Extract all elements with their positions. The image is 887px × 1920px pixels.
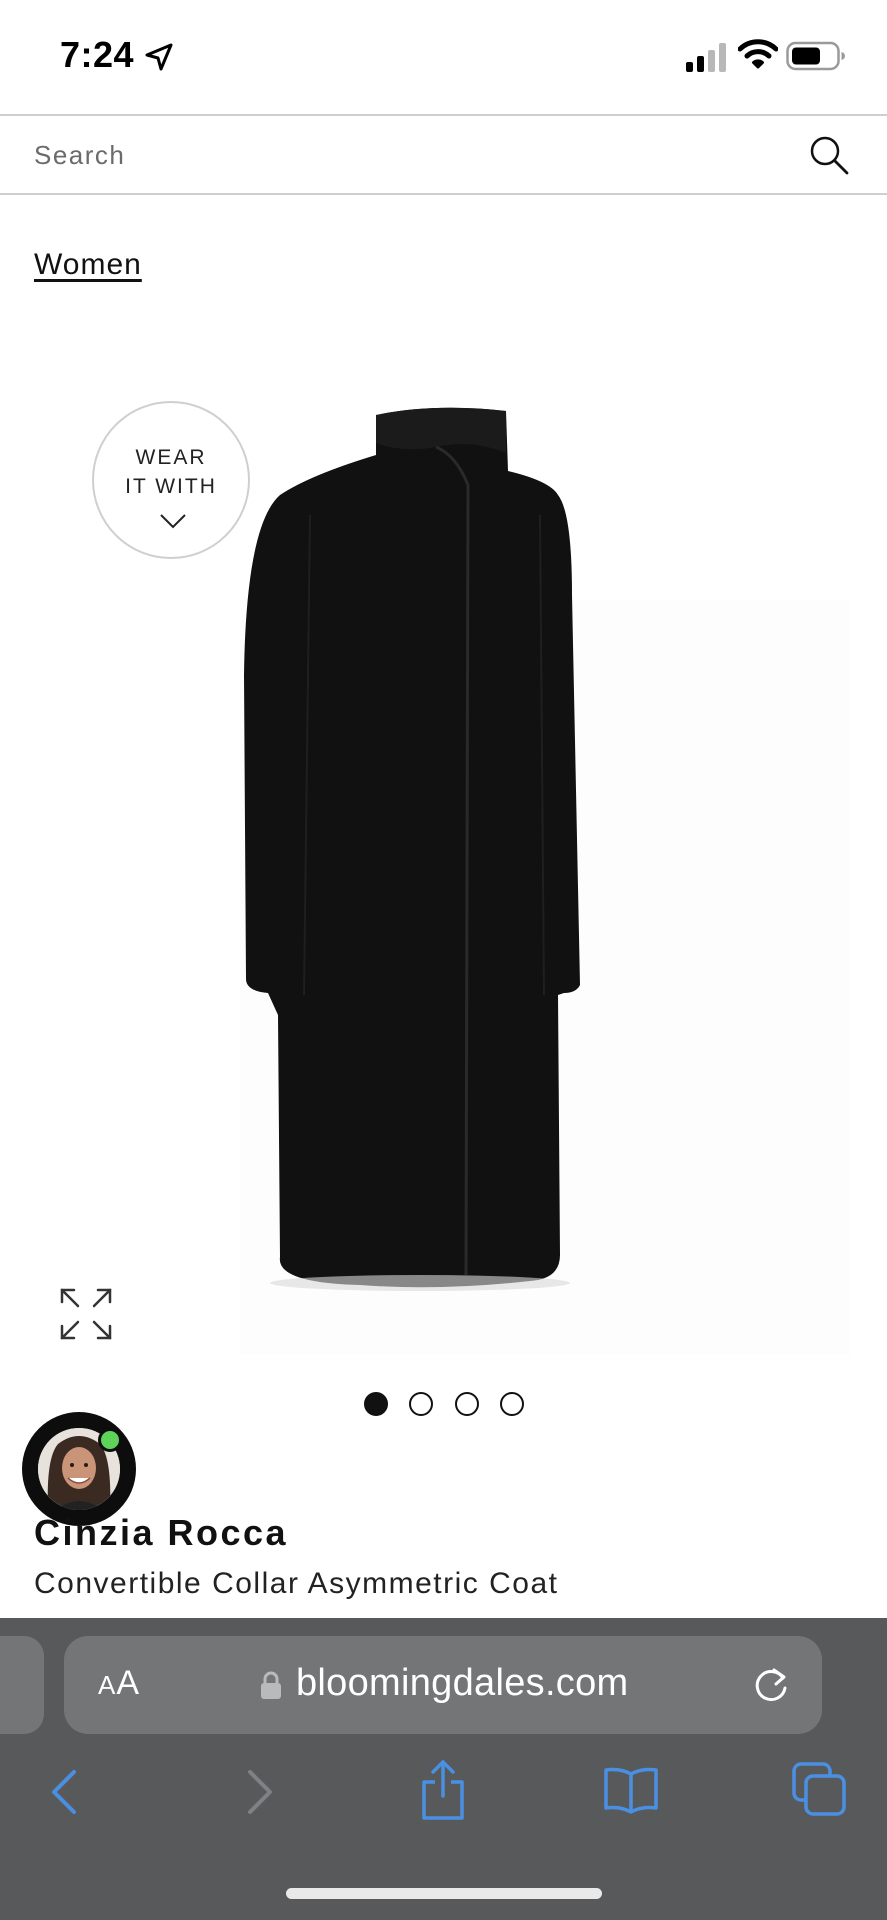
carousel-dot-2[interactable] [409, 1392, 433, 1416]
forward-icon[interactable] [236, 1766, 280, 1818]
breadcrumb-women[interactable]: Women [34, 248, 142, 282]
carousel-dot-4[interactable] [500, 1392, 524, 1416]
product-brand[interactable]: Cinzia Rocca [34, 1512, 288, 1554]
wear-it-with-button[interactable]: WEAR IT WITH [92, 401, 250, 559]
wifi-icon [738, 39, 778, 69]
previous-tab-peek[interactable] [0, 1636, 44, 1734]
carousel-dot-1[interactable] [364, 1392, 388, 1416]
coat-image [240, 407, 850, 1355]
expand-icon[interactable] [56, 1284, 116, 1344]
bookmarks-icon[interactable] [602, 1766, 660, 1814]
location-arrow-icon [145, 43, 173, 71]
chevron-down-icon [160, 514, 186, 529]
url-text[interactable]: bloomingdales.com [296, 1662, 629, 1705]
reader-aa-button[interactable]: AA [98, 1664, 140, 1703]
battery-icon [786, 41, 845, 71]
wear-it-with-label: WEAR IT WITH [125, 446, 217, 498]
search-icon[interactable] [808, 134, 850, 176]
back-icon[interactable] [44, 1766, 88, 1818]
chat-agent-avatar[interactable] [22, 1412, 136, 1526]
image-carousel-dots [360, 1392, 530, 1418]
cellular-signal-icon [686, 43, 726, 72]
home-indicator [286, 1888, 602, 1899]
carousel-dot-3[interactable] [455, 1392, 479, 1416]
status-time: 7:24 [60, 34, 135, 75]
share-icon[interactable] [418, 1758, 468, 1822]
status-bar: 7:24 [0, 0, 887, 112]
tabs-icon[interactable] [792, 1762, 846, 1816]
online-status-indicator [98, 1428, 122, 1452]
lock-icon [261, 1671, 281, 1699]
browser-toolbar: AA bloomingdales.com [0, 1618, 887, 1920]
product-name: Convertible Collar Asymmetric Coat [34, 1567, 559, 1600]
search-input[interactable] [34, 130, 794, 180]
product-image[interactable] [240, 395, 850, 1355]
search-bar [0, 114, 887, 195]
reload-icon[interactable] [750, 1664, 792, 1706]
address-bar[interactable]: AA bloomingdales.com [64, 1636, 822, 1734]
